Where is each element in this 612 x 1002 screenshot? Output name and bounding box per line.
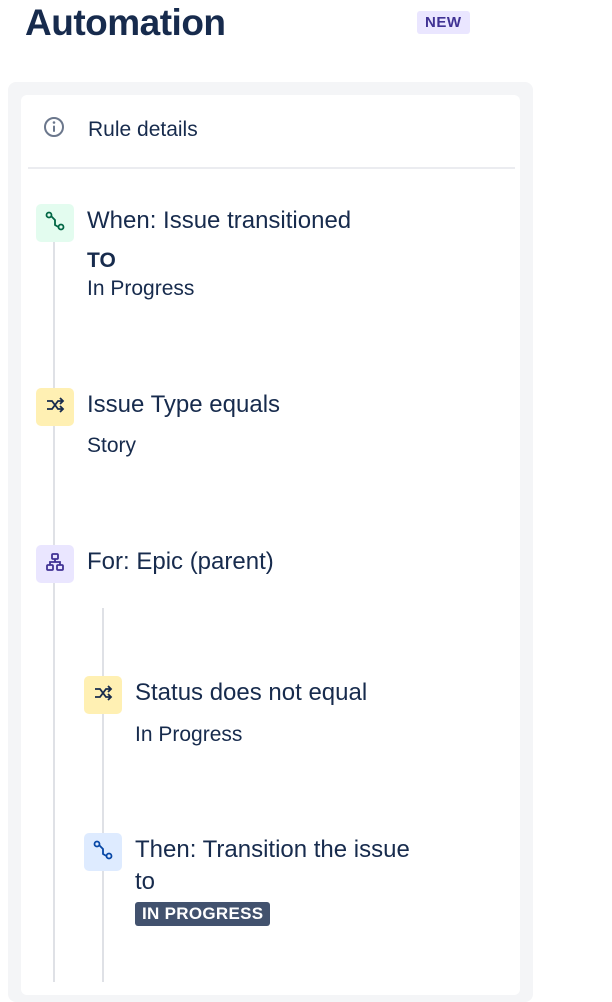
status-lozenge: IN PROGRESS [135, 902, 271, 926]
nested-condition-step-value: In Progress [135, 723, 243, 746]
trigger-step-title[interactable]: When: Issue transitioned [87, 206, 351, 236]
trigger-step-status: In Progress [87, 277, 195, 300]
action-step-title[interactable]: Then: Transition the issue [135, 835, 410, 865]
trigger-step-to: TO [87, 249, 116, 272]
shuffle-icon [44, 394, 66, 421]
transition-icon [92, 839, 114, 866]
info-icon [42, 115, 66, 145]
rule-details-label: Rule details [88, 118, 198, 141]
condition-step-title[interactable]: Issue Type equals [87, 390, 280, 420]
rule-details-button[interactable]: Rule details [42, 114, 198, 146]
branch-step-title[interactable]: For: Epic (parent) [87, 547, 274, 577]
action-step-to: to [135, 868, 156, 895]
nested-condition-step-title[interactable]: Status does not equal [135, 678, 367, 708]
branch-step-icon[interactable] [36, 545, 74, 583]
hierarchy-icon [44, 551, 66, 578]
shuffle-icon [92, 682, 114, 709]
condition-step-value: Story [87, 434, 137, 457]
inner-connector-line [102, 608, 104, 982]
trigger-step-icon[interactable] [36, 204, 74, 242]
outer-connector-line [53, 240, 55, 982]
condition-step-icon[interactable] [36, 388, 74, 426]
nested-condition-step-icon[interactable] [84, 676, 122, 714]
action-step-icon[interactable] [84, 833, 122, 871]
transition-icon [44, 210, 66, 237]
divider [28, 167, 515, 169]
page-title: Automation [25, 2, 226, 43]
new-badge: NEW [417, 11, 470, 34]
